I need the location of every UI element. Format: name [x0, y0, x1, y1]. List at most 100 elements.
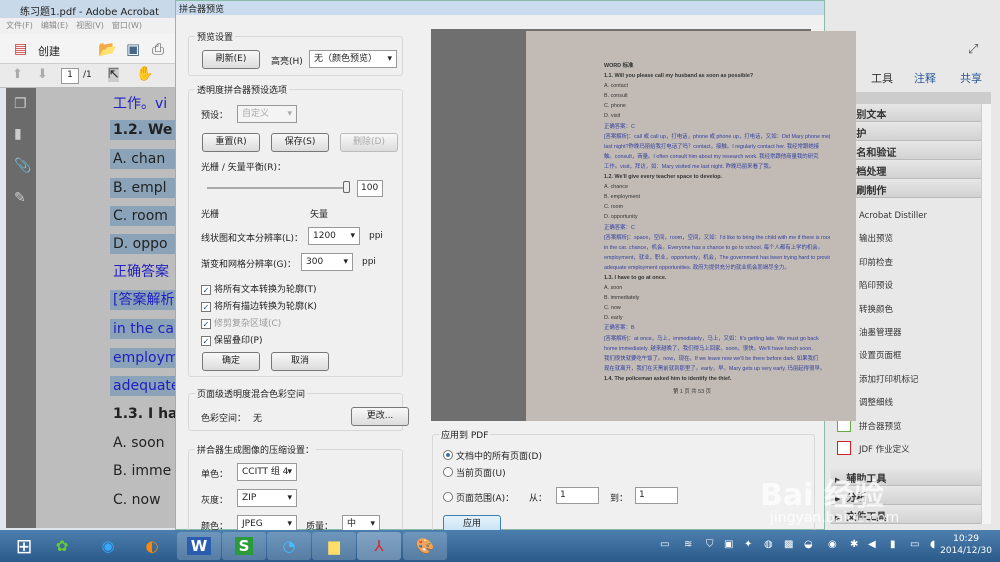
360-browser-icon[interactable]: ✿	[40, 532, 84, 560]
balance-label: 光栅 / 矢量平衡(R)：	[201, 163, 287, 173]
wps-sheet-icon[interactable]: S	[222, 532, 266, 560]
open-icon[interactable]: 📂	[98, 40, 117, 58]
tool-item[interactable]: JDF 作业定义	[837, 441, 910, 455]
save-button[interactable]: 保存(S)	[271, 133, 329, 152]
menu-edit[interactable]: 编辑(E)	[41, 21, 68, 30]
preview-line: 我们很快就要吃午饭了。now，现在。If we leave now we'll …	[604, 355, 819, 362]
gray-select[interactable]: ZIP	[237, 489, 297, 507]
app-tray-icon[interactable]: ◍	[764, 539, 773, 550]
cancel-button[interactable]: 取消	[271, 352, 329, 371]
power-icon[interactable]: ▮	[890, 539, 896, 550]
app-tray-icon[interactable]: ▩	[784, 539, 793, 550]
save-icon[interactable]: ▣	[126, 40, 140, 58]
app-tray-icon[interactable]: ◉	[828, 539, 837, 550]
preview-line: home immediately. 越来越晚了，我们得马上回家。soon，很快。…	[604, 345, 813, 352]
grad-res-select[interactable]: 300	[301, 253, 353, 271]
tool-label: 转换颜色	[859, 304, 894, 315]
folder-icon[interactable]: ▆	[312, 532, 356, 560]
volume-icon[interactable]: ◀	[868, 539, 876, 550]
menu-file[interactable]: 文件(F)	[6, 21, 33, 30]
all-pages-radio[interactable]: 文档中的所有页面(D)	[443, 449, 542, 462]
wps-writer-icon[interactable]: W	[177, 532, 221, 560]
checkbox[interactable]: ✓	[201, 302, 211, 312]
tab-tools[interactable]: 工具	[871, 70, 893, 86]
balance-input[interactable]: 100	[357, 180, 383, 197]
checkbox[interactable]: ✓	[201, 336, 211, 346]
network-icon[interactable]: ▭	[910, 539, 919, 550]
gray-label: 灰度：	[201, 496, 229, 506]
bookmark-icon[interactable]: ▮	[14, 126, 22, 142]
signature-icon[interactable]: ✎	[14, 190, 26, 206]
panel-scrollbar[interactable]	[981, 104, 991, 524]
preview-line: D. opportunity	[604, 214, 638, 221]
media-icon[interactable]: ◐	[130, 532, 174, 560]
document-line: B. empl	[110, 178, 175, 198]
chat-icon[interactable]: ◉	[86, 532, 130, 560]
balance-slider-track[interactable]	[207, 187, 347, 189]
mono-select[interactable]: CCITT 组 4	[237, 463, 297, 481]
print-icon[interactable]: ⎙	[152, 40, 164, 58]
shield-icon[interactable]: ⛉	[706, 539, 714, 550]
wifi-icon[interactable]: ≋	[684, 539, 692, 550]
qq-browser-icon[interactable]: ◔	[267, 532, 311, 560]
tool-label: JDF 作业定义	[859, 445, 910, 455]
clock[interactable]: 10:29 2014/12/30	[940, 533, 992, 557]
attachment-icon[interactable]: 📎	[14, 158, 31, 174]
create-icon: ▤	[14, 41, 28, 57]
app-tray-icon[interactable]: ✦	[744, 539, 752, 550]
checkbox-option[interactable]: ✓ 修剪复杂区域(C)	[201, 316, 281, 329]
menu-window[interactable]: 窗口(W)	[112, 21, 142, 30]
app-tray-icon[interactable]: ◒	[804, 539, 813, 550]
from-input[interactable]: 1	[556, 487, 599, 504]
preview-line: B. consult	[604, 93, 628, 100]
presets-label: 透明度拼合器预设选项	[195, 83, 290, 96]
page-range-radio[interactable]: 页面范围(A)：	[443, 491, 514, 504]
preview-line: 正确答案：B	[604, 325, 635, 332]
mono-label: 单色：	[201, 470, 229, 480]
create-button[interactable]: 创建	[38, 43, 60, 59]
current-page-radio[interactable]: 当前页面(U)	[443, 466, 506, 479]
checkbox[interactable]: ✓	[201, 319, 211, 329]
mute-icon[interactable]: ◖	[930, 539, 935, 550]
preview-line: D. early	[604, 315, 623, 322]
line-res-select[interactable]: 1200	[308, 227, 360, 245]
preview-line: 触。consult，商量。I often consult him about m…	[604, 153, 819, 160]
ok-button[interactable]: 确定	[202, 352, 260, 371]
checkbox-label: 将所有文本转换为轮廓(T)	[214, 285, 317, 295]
tab-share[interactable]: 共享	[960, 70, 982, 86]
clock-date: 2014/12/30	[940, 546, 992, 556]
preset-select[interactable]: 自定义	[237, 105, 297, 123]
prev-page-icon[interactable]: ⬆	[12, 67, 23, 82]
tool-label: 输出预览	[859, 234, 894, 245]
delete-button[interactable]: 删除(D)	[340, 133, 398, 152]
next-page-icon[interactable]: ⬇	[37, 67, 48, 82]
pages-icon[interactable]: ❐	[14, 96, 27, 112]
hand-tool-icon[interactable]: ✋	[136, 66, 153, 82]
to-input[interactable]: 1	[635, 487, 678, 504]
checkbox-option[interactable]: ✓ 将所有描边转换为轮廓(K)	[201, 299, 317, 312]
acrobat-icon[interactable]: ⅄	[357, 532, 401, 560]
balance-slider-thumb[interactable]	[343, 181, 350, 193]
page-number-input[interactable]: 1	[61, 68, 79, 84]
bluetooth-icon[interactable]: ✱	[850, 539, 858, 550]
checkbox-option[interactable]: ✓ 保留叠印(P)	[201, 333, 262, 346]
highlight-select[interactable]: 无（颜色预览）	[309, 50, 397, 68]
checkbox-option[interactable]: ✓ 将所有文本转换为轮廓(T)	[201, 282, 317, 295]
preview-page: WORD 标准 1.1. Will you please call my husb…	[526, 31, 856, 421]
preview-line: [答案解析]：at once，马上，immediately，马上，又如：It's…	[604, 335, 819, 342]
refresh-button[interactable]: 刷新(E)	[202, 50, 260, 69]
preview-line: C. phone	[604, 103, 626, 110]
keyboard-icon[interactable]: ▭	[660, 539, 669, 550]
paint-icon[interactable]: 🎨	[403, 532, 447, 560]
tab-comment[interactable]: 注释	[914, 70, 936, 86]
app-tray-icon[interactable]: ▣	[724, 539, 733, 550]
space-value: 无	[253, 414, 263, 424]
reset-button[interactable]: 重置(R)	[202, 133, 260, 152]
tool-label: 添加打印机标记	[859, 374, 919, 385]
expand-icon[interactable]: ⤢	[968, 42, 978, 57]
menu-view[interactable]: 视图(V)	[76, 21, 104, 30]
change-button[interactable]: 更改...	[351, 407, 409, 426]
checkbox[interactable]: ✓	[201, 285, 211, 295]
preview-line: D. visit	[604, 113, 621, 120]
select-tool-icon[interactable]: ⇱	[108, 67, 119, 82]
